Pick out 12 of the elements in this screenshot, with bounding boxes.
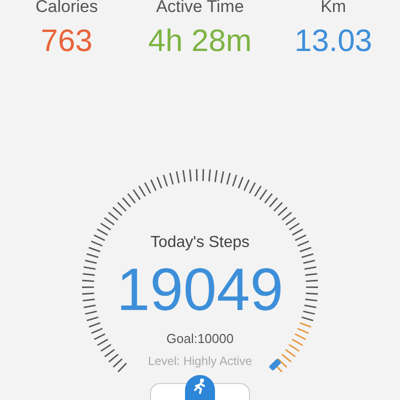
progress-marker bbox=[268, 358, 282, 372]
stat-value: 4h 28m bbox=[148, 22, 252, 60]
stat-label: Km bbox=[320, 0, 346, 17]
steps-count: 19049 bbox=[116, 257, 284, 323]
level-text: Level: Highly Active bbox=[148, 352, 252, 370]
stat-label: Calories bbox=[35, 0, 98, 17]
stat-label: Active Time bbox=[156, 0, 244, 17]
stat-value: 13.03 bbox=[294, 22, 372, 60]
steps-title: Today's Steps bbox=[150, 233, 250, 253]
stat-value: 763 bbox=[40, 22, 93, 60]
running-icon[interactable] bbox=[185, 375, 215, 400]
goal-text: Goal:10000 bbox=[166, 330, 234, 348]
